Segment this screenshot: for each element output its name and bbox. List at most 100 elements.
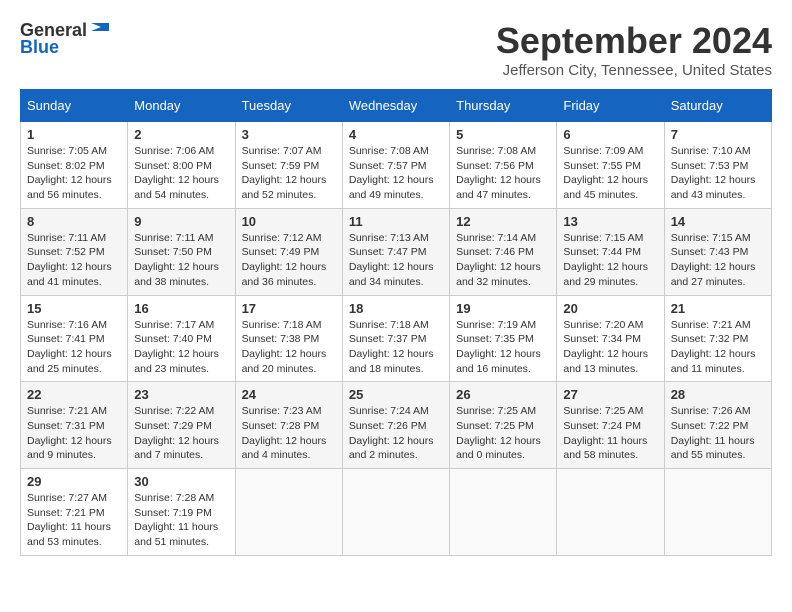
- day-info: Sunrise: 7:18 AMSunset: 7:38 PMDaylight:…: [242, 318, 336, 377]
- day-info: Sunrise: 7:06 AMSunset: 8:00 PMDaylight:…: [134, 144, 228, 203]
- calendar-cell: [557, 469, 664, 556]
- calendar-cell: 1 Sunrise: 7:05 AMSunset: 8:02 PMDaylight…: [21, 122, 128, 209]
- calendar-cell: 30 Sunrise: 7:28 AMSunset: 7:19 PMDayligh…: [128, 469, 235, 556]
- calendar-cell: 18Sunrise: 7:18 AMSunset: 7:37 PMDayligh…: [342, 295, 449, 382]
- calendar-cell: 23Sunrise: 7:22 AMSunset: 7:29 PMDayligh…: [128, 382, 235, 469]
- day-info: Sunrise: 7:14 AMSunset: 7:46 PMDaylight:…: [456, 231, 550, 290]
- day-number: 25: [349, 387, 443, 402]
- day-number: 11: [349, 214, 443, 229]
- day-info: Sunrise: 7:09 AMSunset: 7:55 PMDaylight:…: [563, 144, 657, 203]
- day-info: Sunrise: 7:27 AMSunset: 7:21 PMDaylight:…: [27, 491, 121, 550]
- logo-flag-icon: [89, 21, 111, 39]
- day-number: 17: [242, 301, 336, 316]
- calendar-cell: 9 Sunrise: 7:11 AMSunset: 7:50 PMDaylight…: [128, 208, 235, 295]
- day-number: 16: [134, 301, 228, 316]
- day-info: Sunrise: 7:28 AMSunset: 7:19 PMDaylight:…: [134, 491, 228, 550]
- calendar-cell: 22Sunrise: 7:21 AMSunset: 7:31 PMDayligh…: [21, 382, 128, 469]
- day-info: Sunrise: 7:11 AMSunset: 7:50 PMDaylight:…: [134, 231, 228, 290]
- day-info: Sunrise: 7:05 AMSunset: 8:02 PMDaylight:…: [27, 144, 121, 203]
- calendar-cell: 3 Sunrise: 7:07 AMSunset: 7:59 PMDaylight…: [235, 122, 342, 209]
- col-sunday: Sunday: [21, 90, 128, 122]
- calendar-cell: 17 Sunrise: 7:18 AMSunset: 7:38 PMDayligh…: [235, 295, 342, 382]
- calendar-cell: [450, 469, 557, 556]
- day-number: 10: [242, 214, 336, 229]
- calendar-cell: 27 Sunrise: 7:25 AMSunset: 7:24 PMDayligh…: [557, 382, 664, 469]
- calendar-cell: 8Sunrise: 7:11 AMSunset: 7:52 PMDaylight…: [21, 208, 128, 295]
- logo: General Blue: [20, 20, 111, 58]
- day-info: Sunrise: 7:19 AMSunset: 7:35 PMDaylight:…: [456, 318, 550, 377]
- day-info: Sunrise: 7:12 AMSunset: 7:49 PMDaylight:…: [242, 231, 336, 290]
- day-number: 7: [671, 127, 765, 142]
- day-info: Sunrise: 7:21 AMSunset: 7:32 PMDaylight:…: [671, 318, 765, 377]
- day-info: Sunrise: 7:20 AMSunset: 7:34 PMDaylight:…: [563, 318, 657, 377]
- day-number: 27: [563, 387, 657, 402]
- day-info: Sunrise: 7:23 AMSunset: 7:28 PMDaylight:…: [242, 404, 336, 463]
- calendar-cell: 10 Sunrise: 7:12 AMSunset: 7:49 PMDayligh…: [235, 208, 342, 295]
- calendar-cell: 6 Sunrise: 7:09 AMSunset: 7:55 PMDaylight…: [557, 122, 664, 209]
- day-info: Sunrise: 7:13 AMSunset: 7:47 PMDaylight:…: [349, 231, 443, 290]
- title-section: September 2024 Jefferson City, Tennessee…: [496, 20, 772, 79]
- day-number: 21: [671, 301, 765, 316]
- calendar-cell: [342, 469, 449, 556]
- day-number: 13: [563, 214, 657, 229]
- day-number: 28: [671, 387, 765, 402]
- day-number: 2: [134, 127, 228, 142]
- calendar-cell: 24 Sunrise: 7:23 AMSunset: 7:28 PMDayligh…: [235, 382, 342, 469]
- col-wednesday: Wednesday: [342, 90, 449, 122]
- calendar-cell: 29 Sunrise: 7:27 AMSunset: 7:21 PMDayligh…: [21, 469, 128, 556]
- day-number: 6: [563, 127, 657, 142]
- day-number: 14: [671, 214, 765, 229]
- col-tuesday: Tuesday: [235, 90, 342, 122]
- day-info: Sunrise: 7:07 AMSunset: 7:59 PMDaylight:…: [242, 144, 336, 203]
- calendar-cell: 28 Sunrise: 7:26 AMSunset: 7:22 PMDayligh…: [664, 382, 771, 469]
- day-info: Sunrise: 7:21 AMSunset: 7:31 PMDaylight:…: [27, 404, 121, 463]
- calendar-cell: 7 Sunrise: 7:10 AMSunset: 7:53 PMDaylight…: [664, 122, 771, 209]
- calendar-week-row: 15 Sunrise: 7:16 AMSunset: 7:41 PMDayligh…: [21, 295, 772, 382]
- day-info: Sunrise: 7:16 AMSunset: 7:41 PMDaylight:…: [27, 318, 121, 377]
- day-info: Sunrise: 7:25 AMSunset: 7:24 PMDaylight:…: [563, 404, 657, 463]
- calendar-cell: 15 Sunrise: 7:16 AMSunset: 7:41 PMDayligh…: [21, 295, 128, 382]
- col-friday: Friday: [557, 90, 664, 122]
- day-number: 15: [27, 301, 121, 316]
- day-number: 4: [349, 127, 443, 142]
- calendar-cell: 5 Sunrise: 7:08 AMSunset: 7:56 PMDaylight…: [450, 122, 557, 209]
- calendar-week-row: 29 Sunrise: 7:27 AMSunset: 7:21 PMDayligh…: [21, 469, 772, 556]
- day-number: 5: [456, 127, 550, 142]
- calendar-cell: 4 Sunrise: 7:08 AMSunset: 7:57 PMDaylight…: [342, 122, 449, 209]
- calendar-cell: 12Sunrise: 7:14 AMSunset: 7:46 PMDayligh…: [450, 208, 557, 295]
- day-info: Sunrise: 7:17 AMSunset: 7:40 PMDaylight:…: [134, 318, 228, 377]
- calendar-week-row: 22Sunrise: 7:21 AMSunset: 7:31 PMDayligh…: [21, 382, 772, 469]
- day-info: Sunrise: 7:25 AMSunset: 7:25 PMDaylight:…: [456, 404, 550, 463]
- calendar-cell: [664, 469, 771, 556]
- logo-blue-text: Blue: [20, 37, 59, 58]
- day-number: 3: [242, 127, 336, 142]
- page-header: General Blue September 2024 Jefferson Ci…: [20, 20, 772, 79]
- calendar-week-row: 1 Sunrise: 7:05 AMSunset: 8:02 PMDaylight…: [21, 122, 772, 209]
- col-monday: Monday: [128, 90, 235, 122]
- day-info: Sunrise: 7:26 AMSunset: 7:22 PMDaylight:…: [671, 404, 765, 463]
- calendar-table: Sunday Monday Tuesday Wednesday Thursday…: [20, 89, 772, 556]
- calendar-cell: 16 Sunrise: 7:17 AMSunset: 7:40 PMDayligh…: [128, 295, 235, 382]
- day-info: Sunrise: 7:08 AMSunset: 7:57 PMDaylight:…: [349, 144, 443, 203]
- month-title: September 2024: [496, 20, 772, 62]
- calendar-cell: 25Sunrise: 7:24 AMSunset: 7:26 PMDayligh…: [342, 382, 449, 469]
- calendar-cell: 11 Sunrise: 7:13 AMSunset: 7:47 PMDayligh…: [342, 208, 449, 295]
- location-subtitle: Jefferson City, Tennessee, United States: [496, 62, 772, 79]
- day-info: Sunrise: 7:08 AMSunset: 7:56 PMDaylight:…: [456, 144, 550, 203]
- day-number: 1: [27, 127, 121, 142]
- day-number: 26: [456, 387, 550, 402]
- calendar-cell: 19 Sunrise: 7:19 AMSunset: 7:35 PMDayligh…: [450, 295, 557, 382]
- day-info: Sunrise: 7:11 AMSunset: 7:52 PMDaylight:…: [27, 231, 121, 290]
- day-info: Sunrise: 7:18 AMSunset: 7:37 PMDaylight:…: [349, 318, 443, 377]
- day-number: 19: [456, 301, 550, 316]
- col-thursday: Thursday: [450, 90, 557, 122]
- calendar-week-row: 8Sunrise: 7:11 AMSunset: 7:52 PMDaylight…: [21, 208, 772, 295]
- day-number: 9: [134, 214, 228, 229]
- day-info: Sunrise: 7:15 AMSunset: 7:43 PMDaylight:…: [671, 231, 765, 290]
- day-number: 30: [134, 474, 228, 489]
- day-number: 24: [242, 387, 336, 402]
- day-number: 29: [27, 474, 121, 489]
- calendar-cell: 20Sunrise: 7:20 AMSunset: 7:34 PMDayligh…: [557, 295, 664, 382]
- day-info: Sunrise: 7:10 AMSunset: 7:53 PMDaylight:…: [671, 144, 765, 203]
- calendar-header-row: Sunday Monday Tuesday Wednesday Thursday…: [21, 90, 772, 122]
